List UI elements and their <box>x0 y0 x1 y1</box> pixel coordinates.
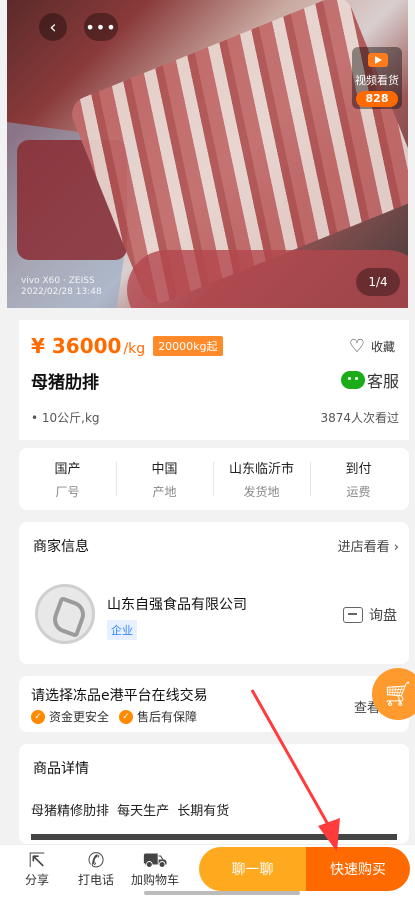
call-label: 打电话 <box>77 873 114 887</box>
product-summary: ¥ 36000 /kg 20000kg起 ♡ 收藏 母猪肋排 客服 • 10公斤… <box>19 320 409 440</box>
chevron-left-icon: ‹ <box>49 16 57 38</box>
product-attributes: 国产 厂号 中国 产地 山东临沂市 发货地 到付 运费 <box>19 448 409 510</box>
inquiry-label: 询盘 <box>369 608 397 624</box>
price: ¥ 36000 <box>31 334 122 358</box>
check-icon: ✓ <box>119 709 134 724</box>
check-icon: ✓ <box>31 709 45 724</box>
view-count: 3874人次看过 <box>320 411 399 425</box>
video-count-badge: 828 <box>356 91 398 107</box>
home-indicator <box>144 891 300 895</box>
inquiry-button[interactable]: 询盘 <box>343 605 397 625</box>
guarantee-after-sales: ✓ 售后有保障 <box>119 708 197 725</box>
video-label: 视频看货 <box>355 74 399 87</box>
attr-value: 山东临沂市 <box>228 462 294 477</box>
chat-button[interactable]: 聊一聊 <box>199 847 306 891</box>
heart-icon: ♡ <box>348 336 365 357</box>
attr-value: 到付 <box>345 462 372 477</box>
product-details: 商品详情 母猪精修肋排 每天生产 长期有货 <box>19 744 409 844</box>
attr-key: 产地 <box>152 485 177 499</box>
play-icon <box>368 53 388 67</box>
guarantee-label: 售后有保障 <box>137 710 198 724</box>
add-to-cart-button[interactable]: ⛟ 加购物车 <box>126 849 184 888</box>
back-button[interactable]: ‹ <box>39 13 67 41</box>
details-text: 母猪精修肋排 每天生产 长期有货 <box>31 804 230 819</box>
floating-cart-button[interactable]: 🛒︎ <box>372 668 415 720</box>
merchant-info: 商家信息 进店看看 › 山东自强食品有限公司 企业 询盘 <box>19 522 409 664</box>
wechat-icon <box>340 371 365 389</box>
share-label: 分享 <box>24 873 49 887</box>
add-to-cart-label: 加购物车 <box>130 873 179 887</box>
merchant-logo[interactable] <box>35 584 95 644</box>
cart-icon: ⛟ <box>142 848 168 872</box>
watermark-line-1: vivo X60 · ZEISS <box>21 276 95 286</box>
share-icon: ⇱ <box>28 848 46 872</box>
share-button[interactable]: ⇱ 分享 <box>12 849 62 888</box>
merchant-header: 商家信息 <box>33 539 89 555</box>
visit-store-label: 进店看看 <box>337 540 390 555</box>
watermark-line-2: 2022/02/28 13:48 <box>21 287 102 297</box>
chevron-right-icon: › <box>393 540 399 555</box>
price-row: ¥ 36000 /kg 20000kg起 <box>31 334 223 359</box>
price-unit: /kg <box>123 341 146 357</box>
attr-shipping-fee: 到付 运费 <box>310 458 407 500</box>
favorite-button[interactable]: ♡ 收藏 <box>349 336 395 357</box>
product-image-carousel[interactable]: vivo X60 · ZEISS 2022/02/28 13:48 <box>7 0 408 308</box>
chat-label: 聊一聊 <box>231 862 274 878</box>
image-page-indicator: 1/4 <box>356 268 400 296</box>
message-icon <box>343 607 363 623</box>
more-dots-icon: ••• <box>85 17 117 37</box>
attr-ship-from: 山东临沂市 发货地 <box>213 458 310 500</box>
visit-store-link[interactable]: 进店看看 › <box>338 536 399 555</box>
attr-origin: 中国 产地 <box>116 458 213 500</box>
attr-key: 运费 <box>346 485 371 499</box>
product-title: 母猪肋排 <box>31 373 99 393</box>
merchant-name[interactable]: 山东自强食品有限公司 <box>107 594 247 614</box>
phone-icon: ✆ <box>87 848 105 872</box>
trade-guarantees: ✓ 资金更安全 ✓ 售后有保障 <box>31 708 207 725</box>
customer-service-button[interactable]: 客服 <box>340 368 399 392</box>
call-button[interactable]: ✆ 打电话 <box>70 849 122 888</box>
attr-key: 厂号 <box>55 485 80 499</box>
attr-value: 国产 <box>54 462 81 477</box>
cart-icon: 🛒︎ <box>382 680 414 708</box>
attr-key: 发货地 <box>243 485 280 499</box>
quick-buy-button[interactable]: 快速购买 <box>306 847 410 891</box>
quick-buy-label: 快速购买 <box>330 862 386 878</box>
customer-service-label: 客服 <box>366 372 399 391</box>
min-order-badge: 20000kg起 <box>153 336 223 356</box>
more-button[interactable]: ••• <box>84 13 118 41</box>
trade-notice-title: 请选择冻品e港平台在线交易 <box>31 688 208 704</box>
details-image <box>31 834 397 840</box>
video-view-button[interactable]: 视频看货 828 <box>352 47 402 109</box>
product-spec: • 10公斤,kg <box>31 411 100 425</box>
guarantee-label: 资金更安全 <box>49 710 110 724</box>
attr-brand: 国产 厂号 <box>19 458 116 500</box>
details-header: 商品详情 <box>33 761 89 777</box>
bottom-action-bar: ⇱ 分享 ✆ 打电话 ⛟ 加购物车 聊一聊 快速购买 <box>0 844 415 897</box>
photo-watermark: vivo X60 · ZEISS 2022/02/28 13:48 <box>21 276 102 298</box>
guarantee-funds: ✓ 资金更安全 <box>31 708 109 725</box>
platform-trade-notice: 请选择冻品e港平台在线交易 ✓ 资金更安全 ✓ 售后有保障 查看详 <box>19 676 409 732</box>
favorite-label: 收藏 <box>370 340 395 354</box>
enterprise-badge: 企业 <box>107 620 137 640</box>
attr-value: 中国 <box>151 462 178 477</box>
